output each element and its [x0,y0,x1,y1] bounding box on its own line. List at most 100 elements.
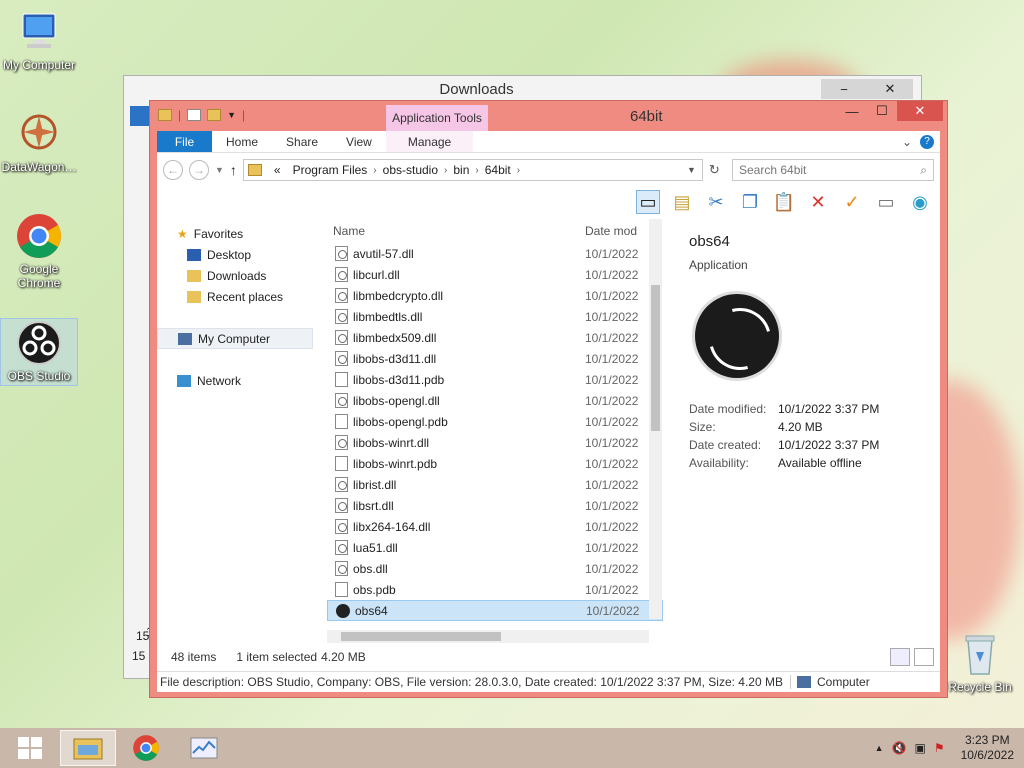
navigation-pane: ★ Favorites Desktop Downloads Recent pla… [157,219,317,642]
dll-file-icon [335,393,348,408]
nav-desktop[interactable]: Desktop [157,244,317,265]
close-button[interactable]: ✕ [867,79,913,99]
properties-icon[interactable] [187,109,202,121]
copy-icon[interactable]: ❐ [738,190,762,214]
taskbar-file-explorer[interactable] [60,730,116,766]
detail-key: Availability: [689,456,749,470]
help-icon[interactable]: ? [920,134,934,149]
nav-my-computer[interactable]: My Computer [157,328,313,349]
cut-icon[interactable]: ✂ [704,190,728,214]
file-row[interactable]: obs64 10/1/2022 [327,600,663,621]
preview-pane-icon[interactable]: ▭ [636,190,660,214]
breadcrumb-obs-studio[interactable]: obs-studio [377,163,444,177]
desktop-icon-obs-studio[interactable]: OBS Studio [0,318,78,386]
file-row[interactable]: libobs-d3d11.dll 10/1/2022 [327,348,663,369]
tab-home[interactable]: Home [212,131,272,152]
file-row[interactable]: libobs-winrt.dll 10/1/2022 [327,432,663,453]
breadcrumb-program-files[interactable]: Program Files [287,163,374,177]
details-pane: obs64 Application Date modified: 10/1/202… [689,219,939,642]
file-row[interactable]: librist.dll 10/1/2022 [327,474,663,495]
file-row[interactable]: libmbedcrypto.dll 10/1/2022 [327,285,663,306]
maximize-button[interactable]: ☐ [867,101,897,121]
refresh-icon[interactable]: ↻ [709,162,720,178]
file-date: 10/1/2022 [585,330,639,345]
breadcrumb-64bit[interactable]: 64bit [479,163,517,177]
column-header-date[interactable]: Date mod [585,224,637,238]
file-row[interactable]: avutil-57.dll 10/1/2022 [327,243,663,264]
file-row[interactable]: libobs-opengl.pdb 10/1/2022 [327,411,663,432]
network-status-icon[interactable]: ▣ [915,741,926,755]
chevron-right-icon[interactable]: › [517,165,520,176]
action-center-icon[interactable]: ⚑ [934,741,945,755]
tab-share[interactable]: Share [272,131,332,152]
taskbar-chrome[interactable] [118,730,174,766]
tab-file[interactable]: File [157,131,212,152]
chrome-icon [133,735,159,761]
show-hidden-icons-icon[interactable]: ▲ [875,743,884,753]
taskbar-task-manager[interactable] [176,730,232,766]
minimize-button[interactable]: — [837,101,867,121]
forward-button[interactable]: → [189,160,209,180]
search-input[interactable]: Search 64bit ⌕ [732,159,934,181]
delete-icon[interactable]: ✕ [806,190,830,214]
start-button[interactable] [2,730,58,766]
file-date: 10/1/2022 [585,393,639,408]
back-button[interactable]: ← [163,160,183,180]
file-row[interactable]: libcurl.dll 10/1/2022 [327,264,663,285]
file-row[interactable]: libobs-opengl.dll 10/1/2022 [327,390,663,411]
file-row[interactable]: libobs-winrt.pdb 10/1/2022 [327,453,663,474]
dll-file-icon [335,498,348,513]
nav-downloads[interactable]: Downloads [157,265,317,286]
file-row[interactable]: lua51.dll 10/1/2022 [327,537,663,558]
obs-icon [336,603,350,618]
address-path[interactable]: « Program Files › obs-studio › bin › 64b… [242,159,703,181]
folder-icon[interactable] [158,109,172,121]
vertical-scrollbar[interactable] [649,219,662,619]
horizontal-scrollbar[interactable] [327,630,649,643]
recent-locations-icon[interactable]: ▼ [215,165,224,175]
nav-recent-places[interactable]: Recent places [157,286,317,307]
chrome-icon [15,212,63,260]
ribbon-file-tab[interactable] [130,106,150,126]
file-row[interactable]: obs.dll 10/1/2022 [327,558,663,579]
file-row[interactable]: libmbedx509.dll 10/1/2022 [327,327,663,348]
rename-icon[interactable]: ▭ [874,190,898,214]
clock[interactable]: 3:23 PM 10/6/2022 [961,733,1014,763]
tab-manage[interactable]: Manage [385,131,474,152]
breadcrumb-overflow[interactable]: « [268,163,287,177]
file-row[interactable]: libsrt.dll 10/1/2022 [327,495,663,516]
minimize-button[interactable]: − [821,79,867,99]
desktop-icon-datawagon[interactable]: DataWagon… [0,110,78,174]
file-description: File description: OBS Studio, Company: O… [160,675,783,689]
file-row[interactable]: libmbedtls.dll 10/1/2022 [327,306,663,327]
chevron-down-icon[interactable]: ▼ [687,165,702,175]
properties-icon[interactable]: ▤ [670,190,694,214]
paste-icon[interactable]: 📋 [772,190,796,214]
volume-muted-icon[interactable]: 🔇 [892,741,907,755]
desktop-icon-my-computer[interactable]: My Computer [0,8,78,72]
checkmark-icon[interactable]: ✓ [840,190,864,214]
expand-ribbon-icon[interactable]: ⌄ [902,135,912,149]
desktop-icon-recycle-bin[interactable]: Recycle Bin [940,630,1020,694]
nav-network[interactable]: Network [157,370,317,391]
nav-favorites[interactable]: ★ Favorites [157,223,317,244]
network-icon [177,374,191,387]
up-button[interactable]: ↑ [230,162,237,178]
tab-view[interactable]: View [332,131,386,152]
new-folder-icon[interactable] [207,109,222,121]
large-icons-view-button[interactable] [914,648,934,666]
desktop-icon-google-chrome[interactable]: Google Chrome [0,212,78,290]
file-row[interactable]: libobs-d3d11.pdb 10/1/2022 [327,369,663,390]
breadcrumb-bin[interactable]: bin [447,163,475,177]
globe-icon[interactable]: ◉ [908,190,932,214]
chevron-down-icon[interactable]: ▼ [227,110,236,120]
column-header-name[interactable]: Name [327,224,585,238]
file-date: 10/1/2022 [586,603,640,618]
search-icon[interactable]: ⌕ [920,163,927,178]
file-row[interactable]: obs.pdb 10/1/2022 [327,579,663,600]
details-view-button[interactable] [890,648,910,666]
application-tools-label: Application Tools [386,105,488,132]
explorer-window-64bit[interactable]: | ▼ | Application Tools 64bit — ☐ ✕ File… [149,100,948,698]
file-row[interactable]: libx264-164.dll 10/1/2022 [327,516,663,537]
close-button[interactable]: ✕ [897,101,943,121]
